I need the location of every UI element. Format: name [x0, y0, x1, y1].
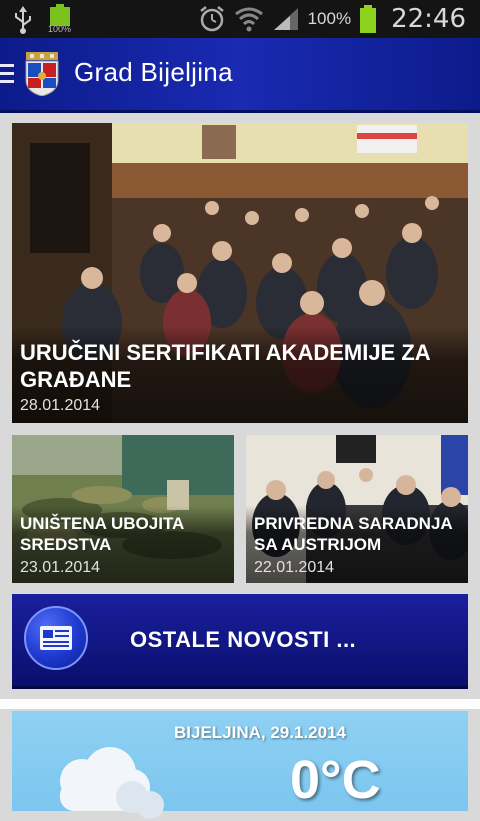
news-headline: UNIŠTENA UBOJITA SREDSTVA [20, 514, 184, 554]
battery-small-label: 100% [48, 24, 72, 34]
divider [0, 699, 480, 709]
news-caption: URUČENI SERTIFIKATI AKADEMIJE ZA GRAĐANE… [12, 326, 468, 423]
news-card[interactable]: UNIŠTENA UBOJITA SREDSTVA 23.01.2014 [12, 435, 234, 583]
more-news-button[interactable]: OSTALE NOVOSTI ... [12, 594, 468, 689]
signal-icon [273, 8, 298, 30]
weather-widget[interactable]: BIJELJINA, 29.1.2014 0°C [12, 711, 468, 819]
news-date: 23.01.2014 [20, 559, 101, 576]
menu-icon[interactable] [0, 64, 14, 84]
battery-icon [360, 5, 377, 33]
clock: 22:46 [391, 4, 466, 34]
news-card[interactable]: PRIVREDNA SARADNjA SA AUSTRIJOM 22.01.20… [246, 435, 468, 583]
news-date: 28.01.2014 [20, 397, 101, 414]
news-headline: URUČENI SERTIFIKATI AKADEMIJE ZA GRAĐANE [20, 340, 430, 392]
news-caption: PRIVREDNA SARADNjA SA AUSTRIJOM 22.01.20… [246, 506, 468, 583]
news-feed: URUČENI SERTIFIKATI AKADEMIJE ZA GRAĐANE… [0, 113, 480, 819]
cloud-icon [60, 747, 164, 819]
app-title: Grad Bijeljina [74, 57, 233, 87]
usb-icon [15, 6, 31, 34]
wifi-icon [234, 7, 263, 32]
news-headline: PRIVREDNA SARADNjA SA AUSTRIJOM [254, 514, 453, 554]
weather-title: BIJELJINA, 29.1.2014 [174, 723, 346, 742]
news-date: 22.01.2014 [254, 559, 335, 576]
alarm-icon [199, 6, 224, 32]
weather-temperature: 0°C [290, 750, 381, 810]
coat-of-arms-icon[interactable] [22, 52, 62, 96]
newspaper-icon [24, 606, 88, 670]
battery-percent: 100% [307, 9, 352, 28]
app-bar: Grad Bijeljina [0, 38, 480, 113]
battery-icon [50, 4, 70, 26]
news-card-featured[interactable]: URUČENI SERTIFIKATI AKADEMIJE ZA GRAĐANE… [12, 123, 468, 423]
status-bar: 100% 100% 22:46 [0, 0, 480, 38]
news-caption: UNIŠTENA UBOJITA SREDSTVA 23.01.2014 [12, 506, 234, 583]
more-news-label: OSTALE NOVOSTI ... [130, 627, 357, 652]
